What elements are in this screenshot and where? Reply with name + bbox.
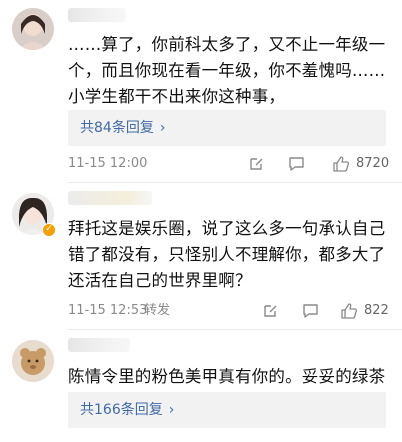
like-count: 822 bbox=[364, 303, 389, 318]
comment-meta: 11-15 12:00 8720 bbox=[68, 154, 390, 174]
avatar[interactable] bbox=[12, 340, 54, 382]
comment-text: 陈情令里的粉色美甲真有你的。妥妥的绿茶 bbox=[68, 367, 386, 386]
reply-count-link[interactable]: 共84条回复 › bbox=[80, 110, 165, 146]
avatar[interactable] bbox=[12, 8, 54, 50]
divider bbox=[68, 182, 402, 183]
username-redacted bbox=[68, 191, 152, 205]
comment-text: ……算了，你前科太多了，又不止一年级一个，而且你现在看一年级，你不羞愧吗……小学… bbox=[68, 35, 386, 106]
comment-icon[interactable] bbox=[288, 154, 305, 174]
thumbs-up-icon bbox=[333, 156, 350, 172]
thumbs-up-icon bbox=[341, 303, 358, 319]
timestamp: 11-15 12:00 bbox=[68, 156, 148, 171]
comment-meta: 11-15 12:53 转发 822 bbox=[68, 301, 390, 321]
username-redacted bbox=[68, 8, 126, 22]
comment-feed: ……算了，你前科太多了，又不止一年级一个，而且你现在看一年级，你不羞愧吗……小学… bbox=[0, 0, 402, 442]
verified-badge-icon: ✓ bbox=[42, 223, 56, 237]
like-count: 8720 bbox=[356, 156, 390, 171]
comment-icon[interactable] bbox=[302, 301, 319, 321]
like-button[interactable]: 8720 bbox=[332, 154, 389, 174]
reply-count-link[interactable]: 共166条回复 › bbox=[80, 392, 174, 428]
reply-summary[interactable]: 共84条回复 › bbox=[68, 110, 386, 146]
divider bbox=[68, 329, 402, 330]
timestamp: 11-15 12:53 bbox=[68, 303, 148, 318]
edit-icon[interactable] bbox=[248, 154, 264, 174]
username-redacted bbox=[68, 338, 130, 352]
comment-text: 拜托这是娱乐圈，说了这么多一句承认自己错了都没有，只怪别人不理解你，都多大了还活… bbox=[68, 219, 386, 290]
like-button[interactable]: 822 bbox=[340, 301, 389, 321]
reply-summary[interactable]: 共166条回复 › bbox=[68, 392, 386, 428]
chevron-right-icon: › bbox=[159, 120, 166, 136]
chevron-right-icon: › bbox=[168, 402, 175, 418]
edit-icon[interactable] bbox=[262, 301, 278, 321]
repost-link[interactable]: 转发 bbox=[144, 301, 170, 321]
